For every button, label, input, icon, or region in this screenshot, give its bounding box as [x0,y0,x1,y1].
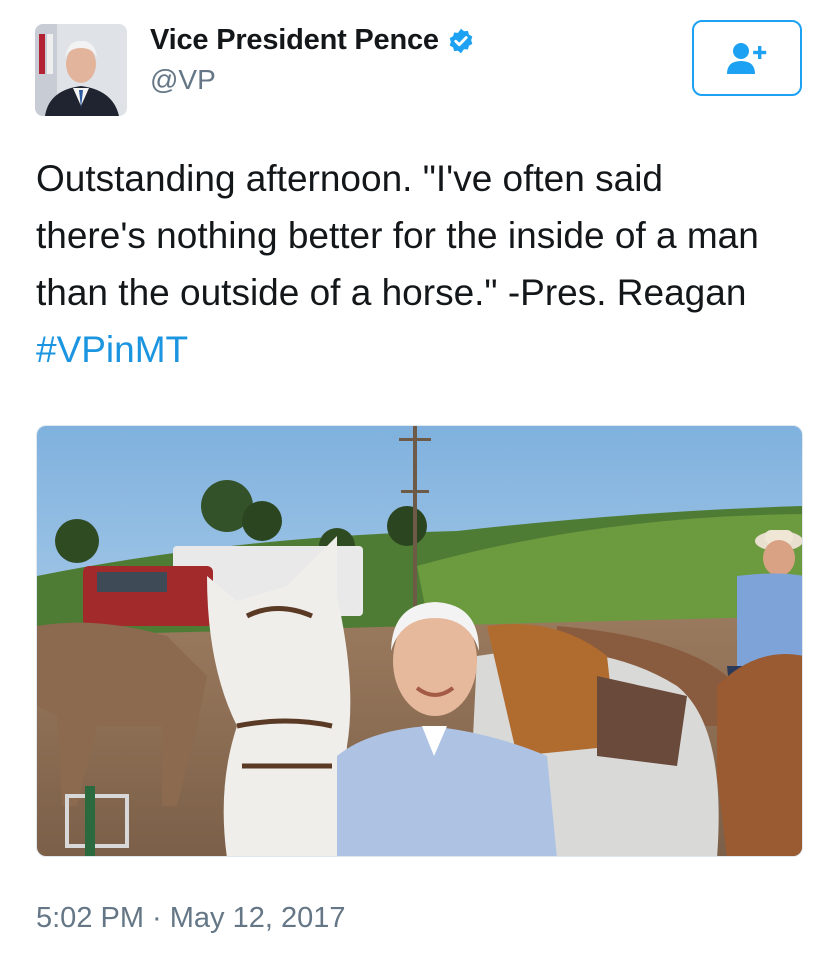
author-handle[interactable]: @VP [150,64,216,96]
hashtag-link[interactable]: #VPinMT [36,329,188,370]
avatar-image [35,24,127,116]
tweet-text-line: Outstanding afternoon. "I've often said [36,158,663,199]
avatar[interactable] [35,24,127,116]
tweet-text-line: than the outside of a horse." -Pres. Rea… [36,272,747,313]
tweet-text-line: there's nothing better for the inside of… [36,215,759,256]
author-display-name[interactable]: Vice President Pence [150,24,439,57]
verified-badge-icon [449,28,473,53]
tweet-timestamp[interactable]: 5:02 PM · May 12, 2017 [36,902,346,935]
follow-button[interactable] [692,20,802,96]
photo-image [37,426,802,856]
author-name-row[interactable]: Vice President Pence [150,24,475,57]
tweet-text: Outstanding afternoon. "I've often said … [36,150,826,378]
tweet-photo[interactable] [36,425,803,857]
follow-user-plus-icon [727,43,767,74]
